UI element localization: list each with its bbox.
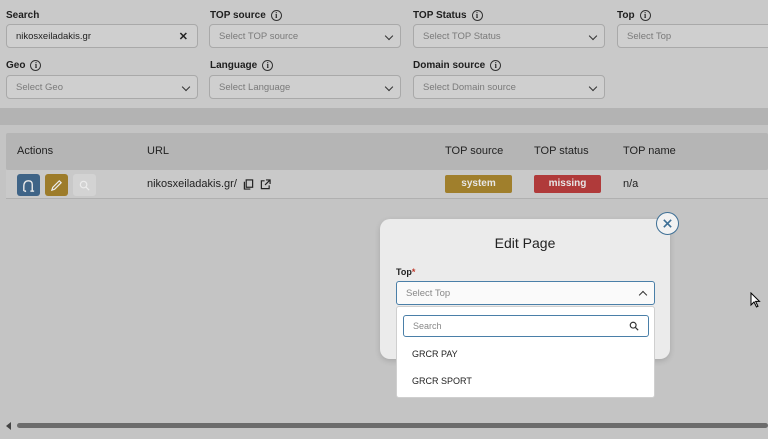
vacuum-icon xyxy=(23,179,35,192)
search-input[interactable]: nikosxeiladakis.gr ✕ xyxy=(6,24,198,48)
top-status-select[interactable]: Select TOP Status xyxy=(413,24,605,48)
info-icon[interactable]: i xyxy=(262,60,274,71)
top-source-label: TOP source i xyxy=(210,10,282,21)
divider-band xyxy=(0,108,768,125)
edit-button[interactable] xyxy=(45,174,68,196)
clear-icon[interactable]: ✕ xyxy=(179,30,188,43)
horizontal-scrollbar[interactable] xyxy=(0,420,768,432)
domain-source-select[interactable]: Select Domain source xyxy=(413,75,605,99)
url-text: nikosxeiladakis.gr/ xyxy=(147,178,237,190)
modal-title: Edit Page xyxy=(494,235,556,251)
mouse-cursor-icon xyxy=(750,292,761,308)
chevron-down-icon xyxy=(588,31,598,41)
filter-panel: Search nikosxeiladakis.gr ✕ TOP source i… xyxy=(0,0,768,108)
column-header-url[interactable]: URL xyxy=(147,145,169,157)
domain-source-label: Domain source i xyxy=(413,60,502,71)
pencil-icon xyxy=(50,179,62,191)
dropdown-option[interactable]: GRCR SPORT xyxy=(412,376,472,386)
top-name-cell: n/a xyxy=(623,178,639,190)
external-link-icon[interactable] xyxy=(260,178,271,190)
search-detail-button[interactable] xyxy=(73,174,96,196)
table-header: Actions URL TOP source TOP status TOP na… xyxy=(6,133,768,170)
top-source-badge: system xyxy=(445,175,512,193)
chevron-down-icon xyxy=(181,82,191,92)
top-status-label: TOP Status i xyxy=(413,10,483,21)
top-select[interactable]: Select Top xyxy=(617,24,768,48)
top-source-select[interactable]: Select TOP source xyxy=(209,24,401,48)
crawl-button[interactable] xyxy=(17,174,40,196)
copy-icon[interactable] xyxy=(243,178,254,190)
dropdown-option[interactable]: GRCR PAY xyxy=(412,349,458,359)
top-dropdown: Search GRCR PAY GRCR SPORT xyxy=(396,306,655,398)
table-row: nikosxeiladakis.gr/ system missing n/a xyxy=(6,170,768,199)
top-label: Top i xyxy=(617,10,651,21)
info-icon[interactable]: i xyxy=(270,10,282,21)
column-header-actions: Actions xyxy=(17,145,54,157)
info-icon[interactable]: i xyxy=(490,60,502,71)
language-label: Language i xyxy=(210,60,274,71)
close-button[interactable] xyxy=(656,212,679,235)
magnifier-icon xyxy=(79,180,90,191)
search-icon xyxy=(629,321,639,331)
scrollbar-thumb[interactable] xyxy=(17,423,768,428)
top-select-modal[interactable]: Select Top xyxy=(396,281,655,305)
chevron-down-icon xyxy=(588,82,598,92)
required-mark: * xyxy=(411,267,416,277)
top-status-badge: missing xyxy=(534,175,601,193)
language-select[interactable]: Select Language xyxy=(209,75,401,99)
geo-label: Geo i xyxy=(6,60,42,71)
chevron-up-icon xyxy=(638,290,648,300)
info-icon[interactable]: i xyxy=(639,10,651,21)
geo-select[interactable]: Select Geo xyxy=(6,75,198,99)
scroll-left-icon[interactable] xyxy=(6,422,11,430)
url-cell: nikosxeiladakis.gr/ xyxy=(147,178,271,190)
info-icon[interactable]: i xyxy=(471,10,483,21)
chevron-down-icon xyxy=(384,82,394,92)
dropdown-search-input[interactable]: Search xyxy=(403,315,649,337)
column-header-top-name[interactable]: TOP name xyxy=(623,145,676,157)
top-field-label: Top* xyxy=(396,267,416,277)
info-icon[interactable]: i xyxy=(30,60,42,71)
column-header-top-source[interactable]: TOP source xyxy=(445,145,503,157)
chevron-down-icon xyxy=(384,31,394,41)
column-header-top-status[interactable]: TOP status xyxy=(534,145,589,157)
close-icon xyxy=(663,219,672,228)
search-label: Search xyxy=(6,10,40,21)
